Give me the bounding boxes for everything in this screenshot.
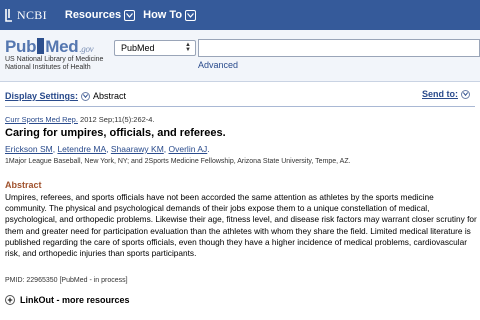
nlm-subtitle: US National Library of Medicine National… <box>5 56 103 72</box>
pubmed-logo-pub: Pub <box>5 37 37 56</box>
pmid: PMID: 22965350 [PubMed - in process] <box>5 277 128 284</box>
ncbi-topbar: NCBI Resources How To <box>0 0 480 30</box>
journal-link[interactable]: Curr Sports Med Rep. <box>5 115 78 124</box>
resources-menu[interactable]: Resources <box>64 9 136 21</box>
pubmed-logo-gov: .gov <box>79 44 94 54</box>
nih-line: National Institutes of Health <box>5 64 91 71</box>
abstract-heading: Abstract <box>5 180 42 190</box>
citation: Curr Sports Med Rep. 2012 Sep;11(5):262-… <box>5 115 155 124</box>
author-link[interactable]: Overlin AJ <box>169 144 208 154</box>
ncbi-logo-icon <box>4 8 14 22</box>
how-to-menu[interactable]: How To <box>143 9 197 21</box>
display-settings-link[interactable]: Display Settings: <box>5 91 78 101</box>
advanced-search-link[interactable]: Advanced <box>198 60 238 70</box>
affiliation: 1Major League Baseball, New York, NY; an… <box>5 158 351 165</box>
expand-plus-icon: + <box>5 295 15 305</box>
send-to-menu[interactable]: Send to: <box>422 89 470 99</box>
article-title: Caring for umpires, officials, and refer… <box>5 127 226 139</box>
select-arrows-icon: ▲ ▼ <box>185 42 191 53</box>
author-list-end: . <box>207 144 210 154</box>
pubmed-logo-bar-icon <box>37 38 45 54</box>
linkout-toggle[interactable]: + LinkOut - more resources <box>5 295 130 305</box>
database-select-value: PubMed <box>121 43 155 53</box>
database-select[interactable]: PubMed ▲ ▼ <box>114 40 196 56</box>
pubmed-header: Pub Med .gov US National Library of Medici… <box>0 30 480 82</box>
display-settings-row: Display Settings: Abstract Send to: <box>5 89 475 103</box>
chevron-down-icon <box>124 9 136 21</box>
resources-menu-label: Resources <box>64 9 122 21</box>
chevron-down-icon[interactable] <box>81 91 91 101</box>
author-link[interactable]: Letendre MA <box>57 144 106 154</box>
pubmed-logo-med: Med <box>45 37 79 56</box>
top-nav: Resources How To <box>65 9 204 21</box>
display-settings-value: Abstract <box>93 91 127 101</box>
chevron-down-icon <box>185 9 197 21</box>
search-input[interactable] <box>198 39 480 57</box>
ncbi-logo[interactable]: NCBI <box>4 0 47 30</box>
divider <box>5 106 475 107</box>
how-to-menu-label: How To <box>143 9 183 21</box>
linkout-label: LinkOut - more resources <box>20 295 130 305</box>
nlm-line: US National Library of Medicine <box>5 56 104 63</box>
citation-details: 2012 Sep;11(5):262-4. <box>77 115 155 124</box>
ncbi-logo-text: NCBI <box>17 7 47 22</box>
abstract-text: Umpires, referees, and sports officials … <box>5 192 477 259</box>
chevron-down-icon <box>461 89 470 99</box>
author-list: Erickson SM, Letendre MA, Shaarawy KM, O… <box>5 144 210 154</box>
pubmed-logo[interactable]: Pub Med .gov <box>5 36 94 57</box>
author-link[interactable]: Shaarawy KM <box>111 144 164 154</box>
author-link[interactable]: Erickson SM <box>5 144 53 154</box>
send-to-label: Send to: <box>422 89 458 99</box>
